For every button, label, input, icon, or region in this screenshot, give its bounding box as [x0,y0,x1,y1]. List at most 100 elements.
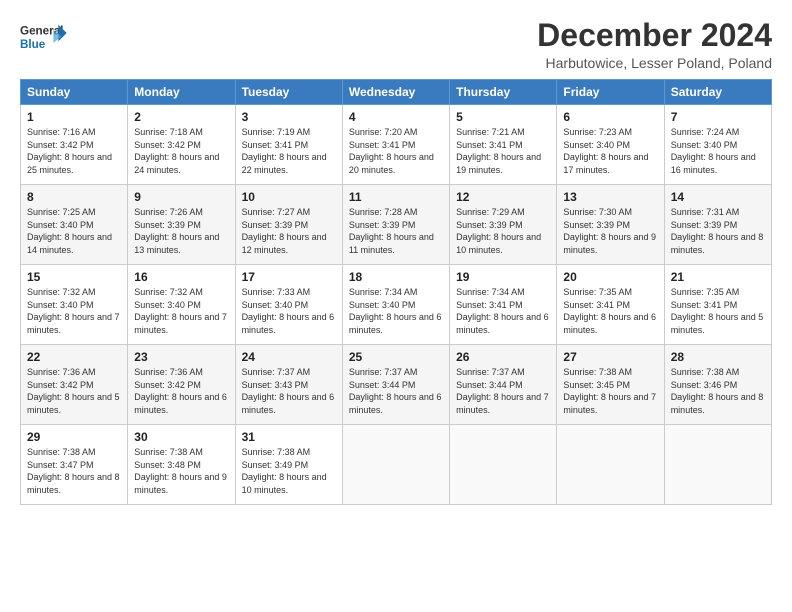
table-row: 5 Sunrise: 7:21 AMSunset: 3:41 PMDaylight… [450,105,557,185]
table-row: 4 Sunrise: 7:20 AMSunset: 3:41 PMDaylight… [342,105,449,185]
table-row: 29Sunrise: 7:38 AMSunset: 3:47 PMDayligh… [21,425,128,505]
logo: General Blue [20,18,70,58]
table-row: 22 Sunrise: 7:36 AMSunset: 3:42 PMDayligh… [21,345,128,425]
calendar-week-row: 8 Sunrise: 7:25 AMSunset: 3:40 PMDaylight… [21,185,772,265]
day-info: Sunrise: 7:35 AMSunset: 3:41 PMDaylight:… [671,287,764,335]
col-saturday: Saturday [664,80,771,105]
table-row: 12Sunrise: 7:29 AMSunset: 3:39 PMDayligh… [450,185,557,265]
day-info: Sunrise: 7:21 AMSunset: 3:41 PMDaylight:… [456,127,541,175]
day-number: 2 [134,110,228,124]
table-row: 28 Sunrise: 7:38 AMSunset: 3:46 PMDayligh… [664,345,771,425]
day-number: 1 [27,110,121,124]
day-info: Sunrise: 7:19 AMSunset: 3:41 PMDaylight:… [242,127,327,175]
day-number: 8 [27,190,121,204]
col-monday: Monday [128,80,235,105]
day-number: 16 [134,270,228,284]
day-number: 15 [27,270,121,284]
day-number: 17 [242,270,336,284]
day-info: Sunrise: 7:31 AMSunset: 3:39 PMDaylight:… [671,207,764,255]
day-info: Sunrise: 7:30 AMSunset: 3:39 PMDaylight:… [563,207,656,255]
col-friday: Friday [557,80,664,105]
table-row: 8 Sunrise: 7:25 AMSunset: 3:40 PMDaylight… [21,185,128,265]
table-row: 21 Sunrise: 7:35 AMSunset: 3:41 PMDayligh… [664,265,771,345]
day-number: 7 [671,110,765,124]
calendar-table: Sunday Monday Tuesday Wednesday Thursday… [20,79,772,505]
calendar-header-row: Sunday Monday Tuesday Wednesday Thursday… [21,80,772,105]
day-info: Sunrise: 7:20 AMSunset: 3:41 PMDaylight:… [349,127,434,175]
table-row: 14 Sunrise: 7:31 AMSunset: 3:39 PMDayligh… [664,185,771,265]
table-row: 10 Sunrise: 7:27 AMSunset: 3:39 PMDayligh… [235,185,342,265]
table-row [557,425,664,505]
day-info: Sunrise: 7:38 AMSunset: 3:45 PMDaylight:… [563,367,656,415]
day-info: Sunrise: 7:25 AMSunset: 3:40 PMDaylight:… [27,207,112,255]
day-info: Sunrise: 7:34 AMSunset: 3:40 PMDaylight:… [349,287,442,335]
day-number: 25 [349,350,443,364]
table-row: 24 Sunrise: 7:37 AMSunset: 3:43 PMDayligh… [235,345,342,425]
day-number: 4 [349,110,443,124]
col-tuesday: Tuesday [235,80,342,105]
location-title: Harbutowice, Lesser Poland, Poland [537,55,772,71]
day-number: 22 [27,350,121,364]
day-info: Sunrise: 7:18 AMSunset: 3:42 PMDaylight:… [134,127,219,175]
table-row: 31 Sunrise: 7:38 AMSunset: 3:49 PMDayligh… [235,425,342,505]
calendar-week-row: 15Sunrise: 7:32 AMSunset: 3:40 PMDayligh… [21,265,772,345]
day-info: Sunrise: 7:38 AMSunset: 3:48 PMDaylight:… [134,447,227,495]
table-row: 6Sunrise: 7:23 AMSunset: 3:40 PMDaylight… [557,105,664,185]
day-number: 29 [27,430,121,444]
table-row: 23 Sunrise: 7:36 AMSunset: 3:42 PMDayligh… [128,345,235,425]
day-number: 31 [242,430,336,444]
table-row: 19Sunrise: 7:34 AMSunset: 3:41 PMDayligh… [450,265,557,345]
day-info: Sunrise: 7:26 AMSunset: 3:39 PMDaylight:… [134,207,219,255]
table-row: 25 Sunrise: 7:37 AMSunset: 3:44 PMDayligh… [342,345,449,425]
day-number: 3 [242,110,336,124]
svg-text:Blue: Blue [20,38,46,51]
day-number: 10 [242,190,336,204]
day-info: Sunrise: 7:37 AMSunset: 3:44 PMDaylight:… [456,367,549,415]
table-row: 16Sunrise: 7:32 AMSunset: 3:40 PMDayligh… [128,265,235,345]
day-info: Sunrise: 7:37 AMSunset: 3:43 PMDaylight:… [242,367,335,415]
day-number: 28 [671,350,765,364]
day-info: Sunrise: 7:37 AMSunset: 3:44 PMDaylight:… [349,367,442,415]
day-info: Sunrise: 7:28 AMSunset: 3:39 PMDaylight:… [349,207,434,255]
day-number: 13 [563,190,657,204]
day-info: Sunrise: 7:38 AMSunset: 3:46 PMDaylight:… [671,367,764,415]
day-number: 23 [134,350,228,364]
table-row: 11Sunrise: 7:28 AMSunset: 3:39 PMDayligh… [342,185,449,265]
col-wednesday: Wednesday [342,80,449,105]
calendar-week-row: 1 Sunrise: 7:16 AMSunset: 3:42 PMDaylight… [21,105,772,185]
table-row [664,425,771,505]
table-row: 1 Sunrise: 7:16 AMSunset: 3:42 PMDaylight… [21,105,128,185]
table-row: 13 Sunrise: 7:30 AMSunset: 3:39 PMDayligh… [557,185,664,265]
table-row: 27 Sunrise: 7:38 AMSunset: 3:45 PMDayligh… [557,345,664,425]
title-block: December 2024 Harbutowice, Lesser Poland… [537,18,772,71]
day-number: 9 [134,190,228,204]
day-number: 27 [563,350,657,364]
table-row: 9 Sunrise: 7:26 AMSunset: 3:39 PMDaylight… [128,185,235,265]
table-row [342,425,449,505]
day-number: 21 [671,270,765,284]
page: General Blue December 2024 Harbutowice, … [0,0,792,612]
day-number: 14 [671,190,765,204]
day-number: 24 [242,350,336,364]
day-info: Sunrise: 7:27 AMSunset: 3:39 PMDaylight:… [242,207,327,255]
month-title: December 2024 [537,18,772,53]
day-number: 30 [134,430,228,444]
table-row: 7 Sunrise: 7:24 AMSunset: 3:40 PMDaylight… [664,105,771,185]
day-info: Sunrise: 7:36 AMSunset: 3:42 PMDaylight:… [27,367,120,415]
table-row: 17Sunrise: 7:33 AMSunset: 3:40 PMDayligh… [235,265,342,345]
calendar-week-row: 29Sunrise: 7:38 AMSunset: 3:47 PMDayligh… [21,425,772,505]
table-row: 20Sunrise: 7:35 AMSunset: 3:41 PMDayligh… [557,265,664,345]
day-info: Sunrise: 7:34 AMSunset: 3:41 PMDaylight:… [456,287,549,335]
day-info: Sunrise: 7:36 AMSunset: 3:42 PMDaylight:… [134,367,227,415]
logo-icon: General Blue [20,18,70,58]
table-row: 30 Sunrise: 7:38 AMSunset: 3:48 PMDayligh… [128,425,235,505]
day-info: Sunrise: 7:38 AMSunset: 3:49 PMDaylight:… [242,447,327,495]
day-info: Sunrise: 7:24 AMSunset: 3:40 PMDaylight:… [671,127,756,175]
day-info: Sunrise: 7:16 AMSunset: 3:42 PMDaylight:… [27,127,112,175]
day-number: 20 [563,270,657,284]
col-sunday: Sunday [21,80,128,105]
day-info: Sunrise: 7:23 AMSunset: 3:40 PMDaylight:… [563,127,648,175]
col-thursday: Thursday [450,80,557,105]
header: General Blue December 2024 Harbutowice, … [20,18,772,71]
day-number: 5 [456,110,550,124]
